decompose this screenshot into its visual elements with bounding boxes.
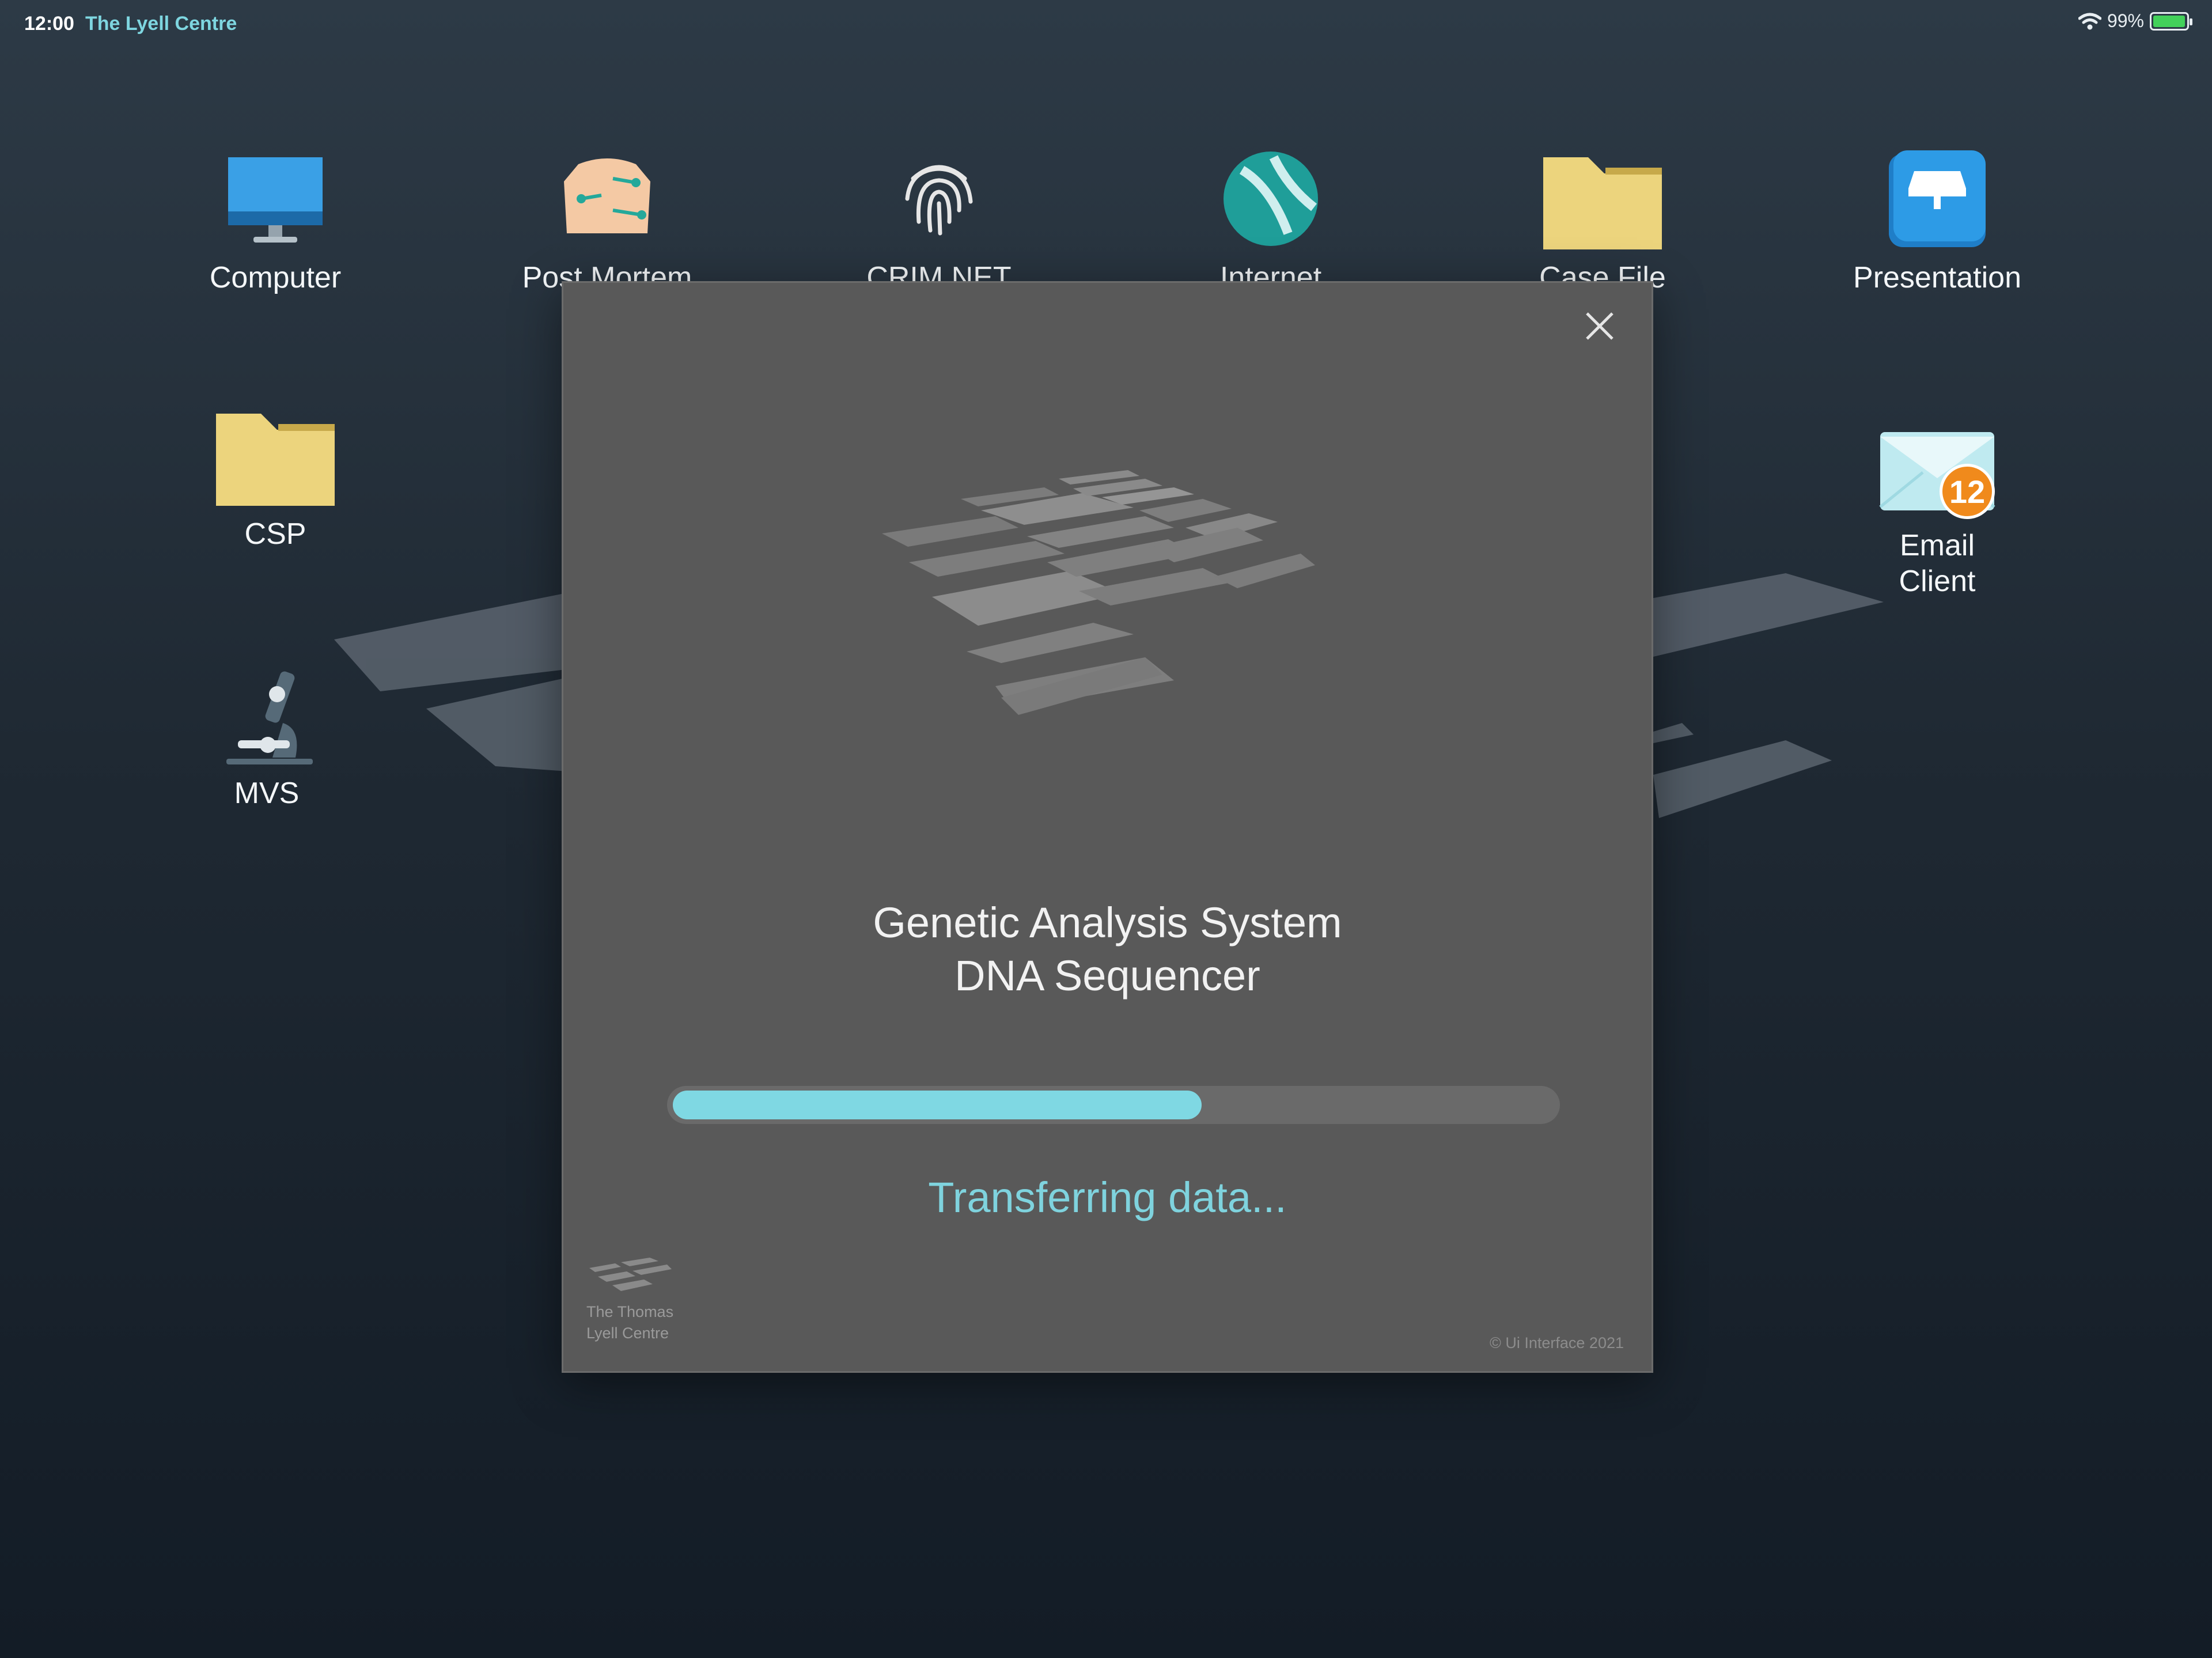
desktop-icon-mvs[interactable]: MVS	[172, 657, 362, 811]
desktop-icon-presentation[interactable]: Presentation	[1842, 141, 2032, 296]
desktop-icon-internet[interactable]: Internet	[1176, 141, 1366, 296]
dna-sequencer-dialog: Genetic Analysis System DNA Sequencer Tr…	[562, 281, 1653, 1373]
desktop-icon-case-file[interactable]: Case File	[1508, 141, 1698, 296]
desktop-icon-crim-net[interactable]: CRIM NET	[844, 141, 1034, 296]
folder-icon	[1539, 141, 1666, 256]
body-icon	[544, 141, 671, 256]
monitor-icon	[212, 141, 339, 256]
footer-org-line2: Lyell Centre	[586, 1324, 669, 1342]
desktop-icon-label: Presentation	[1853, 261, 2021, 294]
desktop-icon-csp[interactable]: CSP	[180, 398, 370, 552]
desktop-icon-post-mortem[interactable]: Post Mortem	[512, 141, 702, 296]
copyright-text: © Ui Interface 2021	[1489, 1334, 1624, 1352]
lyell-centre-logo-icon	[589, 1258, 672, 1291]
desktop-icon-label: Email Client	[1899, 529, 1976, 598]
progress-bar-fill	[673, 1091, 1202, 1119]
progress-bar	[667, 1086, 1560, 1124]
lyell-centre-logo-graphic	[882, 470, 1315, 715]
globe-icon	[1207, 141, 1334, 256]
microscope-icon	[203, 657, 330, 772]
mail-icon: 12	[1874, 409, 2001, 524]
footer-logo: The Thomas Lyell Centre	[586, 1256, 702, 1342]
desktop-icon-label: MVS	[234, 777, 300, 810]
dialog-title: Genetic Analysis System	[873, 899, 1342, 947]
folder-icon	[212, 398, 339, 513]
progress-status-text: Transferring data...	[928, 1174, 1287, 1221]
desktop-icon-email-client[interactable]: 12 Email Client	[1842, 409, 2032, 599]
presentation-icon	[1874, 141, 2001, 256]
dialog-subtitle: DNA Sequencer	[955, 952, 1260, 1000]
unread-badge: 12	[1940, 464, 1995, 519]
desktop-icon-label: Computer	[209, 261, 342, 294]
desktop-icon-computer[interactable]: Computer	[180, 141, 370, 296]
footer-org-line1: The Thomas	[586, 1303, 674, 1320]
fingerprint-icon	[876, 141, 1002, 256]
desktop-icon-label: CSP	[244, 517, 306, 551]
unread-count: 12	[1949, 473, 1986, 510]
